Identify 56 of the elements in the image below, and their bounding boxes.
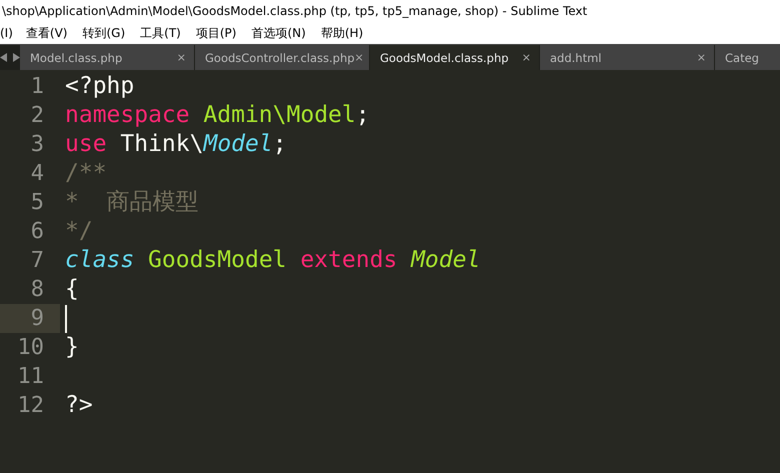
line-number: 4 [30,160,45,188]
close-icon[interactable]: × [176,51,186,64]
menu-item[interactable]: 首选项(N) [251,24,313,42]
close-icon[interactable]: × [522,51,531,64]
code-text: { [65,276,79,302]
menu-item[interactable]: 帮助(H) [320,24,370,42]
close-icon[interactable]: × [696,51,706,64]
tab-label: Model.class.php [30,50,122,64]
keyword-text: use [65,131,107,157]
right-arrow-icon[interactable] [13,53,20,62]
tab[interactable]: Model.class.php × [20,45,195,70]
tab[interactable]: GoodsController.class.php× [195,45,370,70]
line-number: 12 [16,392,45,420]
tab[interactable]: GoodsModel.class.php × [370,45,540,70]
left-arrow-icon[interactable] [0,53,7,62]
line-number: 7 [30,247,45,275]
line-number: 8 [30,276,45,304]
tab-label: add.html [550,50,602,64]
line-number: 9 [0,304,60,333]
code-text: ; [356,102,370,128]
window-title: \shop\Application\Admin\Model\GoodsModel.class.php (tp, tp5, tp5_manage, shop) - Sublime Text [1,4,588,18]
line-number: 3 [30,131,45,159]
menu-item[interactable]: 转到(G) [82,24,132,42]
keyword-text: namespace [65,102,190,128]
comment-text: * 商品模型 [65,189,199,215]
class-name-text: Model [411,247,480,273]
code-text: Think\ [119,131,204,157]
type-text: Model [203,131,273,157]
tab[interactable]: Categ [715,45,780,70]
comment-text: */ [65,218,93,244]
name-text: Admin\Model [203,102,356,128]
code-text: ?> [65,392,93,418]
name-text: GoodsModel [148,247,287,273]
tab-label: GoodsModel.class.php [380,50,509,64]
code-text: } [65,334,79,360]
code-text: ; [272,131,287,157]
close-icon[interactable]: × [354,51,364,64]
line-number: 5 [30,189,45,217]
type-text: class [65,247,134,273]
code-editor[interactable]: 1 <?php 2 namespace Admin\Model; 3 use Think\Model; 4 /** 5 * 商品模型 6 */ 7 class GoodsModel extends Model 8 { 9 10 } 11 12 ?> [0,70,780,420]
line-number: 1 [30,73,45,101]
text-cursor [65,304,66,333]
line-number: 2 [30,102,45,130]
line-number: 6 [30,218,45,246]
menu-item[interactable]: (I) [0,26,20,40]
tab-label: Categ [725,50,759,64]
line-number: 11 [16,363,45,391]
comment-text: /** [65,160,107,186]
tab-label: GoodsController.class.php [205,50,355,64]
code-text: <?php [65,73,134,99]
line-number: 10 [16,334,45,362]
menu-item[interactable]: 查看(V) [26,24,74,42]
menu-item[interactable]: 工具(T) [140,24,188,42]
tab[interactable]: add.html × [540,45,715,70]
keyword-text: extends [300,247,398,273]
menu-item[interactable]: 项目(P) [196,24,244,42]
